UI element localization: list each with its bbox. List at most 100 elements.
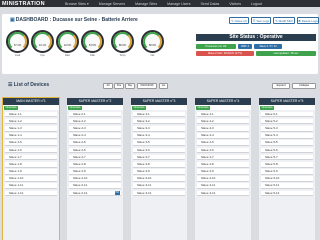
delete-logs-button[interactable]: ✖ Delete Logs <box>297 17 319 24</box>
slave-item[interactable]: Slave 5-2 <box>261 118 313 125</box>
slave-item[interactable]: Slave 5-3 <box>261 125 313 132</box>
nav-manage-sites[interactable]: Manage Sites <box>130 2 162 6</box>
slave-item[interactable]: Slave 3-1 <box>133 111 185 118</box>
gauge-label: Disk <box>90 54 95 57</box>
slave-item[interactable]: Slave 1-8 <box>5 161 57 168</box>
slave-item[interactable]: Slave 1-12 <box>5 190 57 197</box>
slave-item[interactable]: Slave 4-10 <box>197 176 249 182</box>
slave-item[interactable]: Slave 4-6 <box>197 147 249 154</box>
nav-visitors[interactable]: Visitors <box>224 2 246 6</box>
slave-item[interactable]: Slave 5-1 <box>261 111 313 118</box>
slave-item[interactable]: Slave 3-12 <box>133 190 185 197</box>
slave-item[interactable]: Slave 2-9 <box>69 169 121 175</box>
slave-item[interactable]: Slave 2-12 HD <box>69 190 121 197</box>
main-nav: Browse Sites ▾ Manage Servers Manage Sit… <box>60 2 267 6</box>
slave-item[interactable]: Slave 1-10 <box>5 176 57 182</box>
slave-item[interactable]: Slave 3-8 <box>133 161 185 168</box>
slave-item[interactable]: Slave 1-5 <box>5 140 57 146</box>
edit-icon: ✎ <box>275 18 278 23</box>
slave-item[interactable]: Slave 3-4 <box>133 133 185 139</box>
slave-item[interactable]: Slave 2-5 <box>69 140 121 146</box>
slave-item[interactable]: Slave 2-8 <box>69 161 121 168</box>
slave-item[interactable]: Slave 3-9 <box>133 169 185 175</box>
slave-item[interactable]: Slave 5-9 <box>261 169 313 175</box>
slave-item[interactable]: Slave 2-4 <box>69 133 121 139</box>
go-button[interactable]: Go <box>159 83 168 89</box>
slave-item[interactable]: Slave 2-10 <box>69 176 121 182</box>
master-title[interactable]: SUPER MASTER n°4 <box>195 98 251 105</box>
slave-item[interactable]: Slave 5-6 <box>261 147 313 154</box>
slave-item[interactable]: Slave 5-4 <box>261 133 313 139</box>
slave-label: Slave 2-1 <box>73 111 86 116</box>
master-title[interactable]: SUPER MASTER n°3 <box>131 98 187 105</box>
top-navbar: MINISTRATION Browse Sites ▾ Manage Serve… <box>0 0 320 7</box>
slave-item[interactable]: Slave 4-12 <box>197 190 249 197</box>
nav-logout[interactable]: Logout <box>246 2 267 6</box>
slave-item[interactable]: Slave 4-3 <box>197 125 249 132</box>
slave-item[interactable]: Slave 4-7 <box>197 154 249 161</box>
slave-item[interactable]: Slave 1-7 <box>5 154 57 161</box>
slave-label: Slave 2-3 <box>73 125 86 130</box>
slave-item[interactable]: Slave 4-1 <box>197 111 249 118</box>
slave-item[interactable]: Slave 5-10 <box>261 176 313 182</box>
brand-title: MINISTRATION <box>2 0 45 7</box>
slave-item[interactable]: Slave 1-9 <box>5 169 57 175</box>
gauge-label: Cpu <box>40 54 45 57</box>
slave-item[interactable]: Slave 2-7 <box>69 154 121 161</box>
nav-send-datas[interactable]: Send Datas <box>196 2 225 6</box>
slave-item[interactable]: Slave 5-5 <box>261 140 313 146</box>
nav-browse-sites[interactable]: Browse Sites ▾ <box>60 2 94 6</box>
slave-item[interactable]: Slave 1-11 <box>5 183 57 190</box>
slave-item[interactable]: Slave 3-5 <box>133 140 185 146</box>
slave-label: Slave 3-3 <box>137 125 150 130</box>
slave-item[interactable]: Slave 1-4 <box>5 133 57 139</box>
slave-item[interactable]: Slave 2-2 <box>69 118 121 125</box>
slave-item[interactable]: Slave 3-11 <box>133 183 185 190</box>
master-title[interactable]: SUPER MASTER n°5 <box>259 98 315 105</box>
slave-item[interactable]: Slave 2-3 <box>69 125 121 132</box>
slave-item[interactable]: Slave 2-11 <box>69 183 121 190</box>
gauge-arc <box>33 32 52 51</box>
slave-item[interactable]: Slave 5-11 <box>261 183 313 190</box>
nav-manage-servers[interactable]: Manage Servers <box>94 2 130 6</box>
collapse-button[interactable]: Collapse <box>292 83 316 89</box>
slave-item[interactable]: Slave 4-2 <box>197 118 249 125</box>
slave-item[interactable]: Slave 2-1 <box>69 111 121 118</box>
slave-item[interactable]: Slave 3-2 <box>133 118 185 125</box>
slave-item[interactable]: Slave 3-3 <box>133 125 185 132</box>
slave-item[interactable]: Slave 1-6 <box>5 147 57 154</box>
slave-item[interactable]: Slave 5-8 <box>261 161 313 168</box>
slave-label: Slave 5-11 <box>265 183 280 188</box>
slave-item[interactable]: Slave 3-7 <box>133 154 185 161</box>
slave-item[interactable]: Slave 3-6 <box>133 147 185 154</box>
gauge-value: 34.1% <box>38 44 47 47</box>
notes-button[interactable]: ✎ Notes (2) <box>229 17 249 24</box>
slave-item[interactable]: Slave 4-4 <box>197 133 249 139</box>
slave-label: Slave 3-9 <box>137 169 150 174</box>
filter-fire-button[interactable]: Fire <box>114 83 124 89</box>
filter-day-button[interactable]: Day <box>125 83 135 89</box>
slave-item[interactable]: Slave 4-11 <box>197 183 249 190</box>
slave-item[interactable]: Slave 1-3 <box>5 125 57 132</box>
slave-label: Slave 5-2 <box>265 118 278 123</box>
modif-sdv-button[interactable]: ✎ Modif SDV <box>273 17 295 24</box>
master-title[interactable]: MAIN MASTER n°1 <box>3 98 59 105</box>
slave-item[interactable]: Slave 2-6 <box>69 147 121 154</box>
slave-item[interactable]: Slave 1-2 <box>5 118 57 125</box>
slave-item[interactable]: Slave 3-10 <box>133 176 185 182</box>
see-logs-button[interactable]: ☰ See Logs <box>251 17 271 24</box>
slave-item[interactable]: Slave 4-8 <box>197 161 249 168</box>
expand-button[interactable]: Expand <box>272 83 290 89</box>
slave-item[interactable]: Slave 4-9 <box>197 169 249 175</box>
date-input[interactable]: 04/01/2019 <box>137 83 157 89</box>
slave-item[interactable]: Slave 5-12 <box>261 190 313 197</box>
filter-all-button[interactable]: All <box>103 83 113 89</box>
device-column: SUPER MASTER n°4 Operative Slave 4-1 Slave … <box>195 98 251 240</box>
master-status: Operative <box>259 105 315 110</box>
slave-item[interactable]: Slave 5-7 <box>261 154 313 161</box>
slave-item[interactable]: Slave 4-5 <box>197 140 249 146</box>
master-title[interactable]: SUPER MASTER n°2 <box>67 98 123 105</box>
slave-label: Slave 5-4 <box>265 133 278 138</box>
nav-manage-users[interactable]: Manage Users <box>162 2 195 6</box>
slave-item[interactable]: Slave 1-1 <box>5 111 57 118</box>
